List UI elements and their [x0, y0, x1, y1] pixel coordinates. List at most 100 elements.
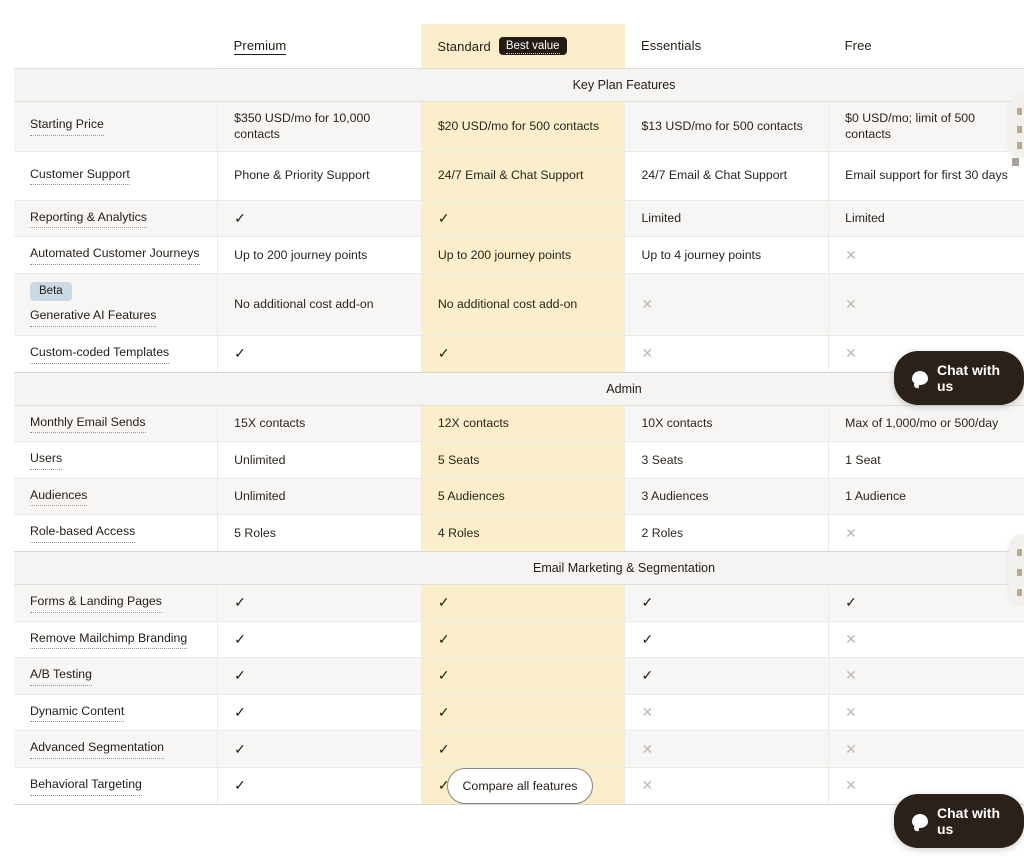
side-panel-mark: [1017, 126, 1022, 133]
section-header-row: Key Plan Features: [14, 67, 1024, 102]
plan-header-essentials[interactable]: Essentials: [624, 24, 829, 69]
plan-value-text: 4 Roles: [437, 525, 480, 540]
plan-value-cell: 5 Roles: [217, 514, 422, 552]
page-root: Premium Standard Best value Essentials Fr…: [0, 0, 1024, 856]
feature-name-cell: Monthly Email Sends: [14, 405, 219, 443]
feature-label[interactable]: Remove Mailchimp Branding: [30, 630, 188, 650]
plan-value-cell: ✕: [624, 694, 830, 732]
feature-label[interactable]: Monthly Email Sends: [30, 414, 146, 434]
plan-value-cell: $20 USD/mo for 500 contacts: [421, 101, 626, 152]
feature-label[interactable]: Dynamic Content: [30, 703, 125, 723]
plan-value-text: $20 USD/mo for 500 contacts: [437, 118, 600, 133]
section-title: Key Plan Features: [14, 67, 1024, 102]
check-icon: ✓: [234, 210, 246, 227]
table-row: Custom-coded Templates ✓ ✓ ✕ ✕: [14, 335, 1024, 373]
plan-name-standard[interactable]: Standard: [437, 39, 491, 54]
table-row: Forms & Landing Pages ✓ ✓ ✓ ✓: [14, 584, 1024, 622]
section-header-row: Email Marketing & Segmentation: [14, 550, 1024, 585]
plan-value-cell: 5 Seats: [421, 441, 626, 479]
plan-value-text: 24/7 Email & Chat Support: [437, 168, 584, 183]
compare-all-features-button[interactable]: Compare all features: [447, 768, 593, 804]
plan-header-premium[interactable]: Premium: [217, 24, 422, 69]
plan-value-cell: ✓: [421, 335, 626, 373]
side-floating-panel-bottom[interactable]: [1009, 535, 1024, 605]
check-icon: ✓: [234, 667, 246, 684]
chat-bubble-icon: [912, 371, 928, 385]
plan-value-cell: $350 USD/mo for 10,000 contacts: [217, 101, 422, 152]
feature-label[interactable]: A/B Testing: [30, 666, 92, 686]
feature-name-cell: Custom-coded Templates: [14, 335, 219, 373]
feature-name-cell: Automated Customer Journeys: [14, 236, 219, 274]
check-icon: ✓: [234, 777, 246, 794]
plan-value-text: Limited: [845, 211, 885, 226]
table-row: Beta Generative AI Features No additional …: [14, 273, 1024, 336]
check-icon: ✓: [641, 630, 654, 647]
feature-label[interactable]: Advanced Segmentation: [30, 739, 164, 759]
feature-label[interactable]: Users: [30, 450, 63, 470]
plan-value-text: $13 USD/mo for 500 contacts: [641, 118, 803, 133]
plan-name-premium[interactable]: Premium: [233, 38, 287, 56]
chat-bubble-icon: [912, 814, 928, 828]
feature-name-cell: Dynamic Content: [14, 694, 219, 732]
feature-column-header: [14, 24, 218, 68]
plan-header-free[interactable]: Free: [828, 24, 1024, 69]
feature-label[interactable]: Generative AI Features: [30, 307, 157, 327]
plan-value-text: Max of 1,000/mo or 500/day: [845, 416, 999, 431]
feature-label[interactable]: Reporting & Analytics: [30, 209, 147, 229]
plan-value-cell: 24/7 Email & Chat Support: [421, 151, 626, 201]
plan-header-standard[interactable]: Standard Best value: [421, 24, 625, 69]
feature-label[interactable]: Custom-coded Templates: [30, 344, 170, 364]
feature-label[interactable]: Role-based Access: [30, 523, 136, 543]
check-icon: ✓: [437, 740, 450, 757]
table-row: Customer Support Phone & Priority Support…: [14, 151, 1024, 201]
table-row: A/B Testing ✓ ✓ ✓ ✕: [14, 657, 1024, 695]
plan-value-text: Phone & Priority Support: [234, 168, 370, 183]
feature-label[interactable]: Automated Customer Journeys: [30, 245, 200, 265]
feature-name-cell: A/B Testing: [14, 657, 219, 695]
plan-value-text: 10X contacts: [641, 416, 713, 431]
plan-value-text: $350 USD/mo for 10,000 contacts: [234, 110, 371, 142]
check-icon: ✓: [234, 630, 246, 647]
plan-value-cell: ✕: [828, 236, 1024, 274]
plan-name-essentials[interactable]: Essentials: [641, 38, 701, 53]
plan-value-cell: 1 Seat: [828, 441, 1024, 479]
plan-value-cell: 5 Audiences: [421, 478, 626, 516]
check-icon: ✓: [845, 594, 857, 611]
feature-label[interactable]: Audiences: [30, 487, 88, 507]
cross-icon: ✕: [845, 667, 857, 684]
plan-value-text: 1 Seat: [845, 452, 881, 467]
plan-value-text: No additional cost add-on: [234, 297, 374, 312]
cross-icon: ✕: [845, 524, 857, 541]
check-icon: ✓: [234, 740, 246, 757]
feature-name-cell: Remove Mailchimp Branding: [14, 621, 219, 659]
chat-with-us-button-bottom[interactable]: Chat with us: [894, 794, 1024, 848]
plan-value-cell: Up to 4 journey points: [624, 236, 830, 274]
plan-value-cell: No additional cost add-on: [217, 273, 422, 336]
table-row: Starting Price $350 USD/mo for 10,000 con…: [14, 101, 1024, 152]
plan-value-cell: Unlimited: [217, 478, 422, 516]
feature-label[interactable]: Forms & Landing Pages: [30, 593, 162, 613]
side-panel-mark: [1017, 108, 1022, 115]
chat-with-us-button-top[interactable]: Chat with us: [894, 351, 1024, 405]
check-icon: ✓: [234, 345, 246, 362]
feature-label[interactable]: Customer Support: [30, 166, 130, 186]
plan-comparison-table: Premium Standard Best value Essentials Fr…: [14, 24, 1024, 805]
feature-label[interactable]: Behavioral Targeting: [30, 776, 142, 796]
plan-value-cell: ✓: [421, 730, 626, 768]
check-icon: ✓: [437, 630, 450, 647]
side-floating-panel-top[interactable]: [1009, 96, 1024, 158]
plan-value-text: 5 Roles: [234, 525, 276, 540]
plan-value-text: $0 USD/mo; limit of 500 contacts: [845, 110, 975, 142]
plan-value-cell: Max of 1,000/mo or 500/day: [828, 405, 1024, 443]
plan-value-cell: Up to 200 journey points: [421, 236, 626, 274]
feature-label[interactable]: Starting Price: [30, 116, 104, 136]
plan-value-cell: ✕: [624, 335, 830, 373]
feature-name-cell: Advanced Segmentation: [14, 730, 219, 768]
check-icon: ✓: [234, 704, 246, 721]
plan-value-cell: ✓: [217, 335, 422, 373]
chat-with-us-label: Chat with us: [937, 362, 1000, 394]
plan-value-text: Unlimited: [234, 489, 286, 504]
plan-name-free[interactable]: Free: [845, 38, 872, 53]
cross-icon: ✕: [641, 740, 654, 757]
cross-icon: ✕: [845, 630, 857, 647]
